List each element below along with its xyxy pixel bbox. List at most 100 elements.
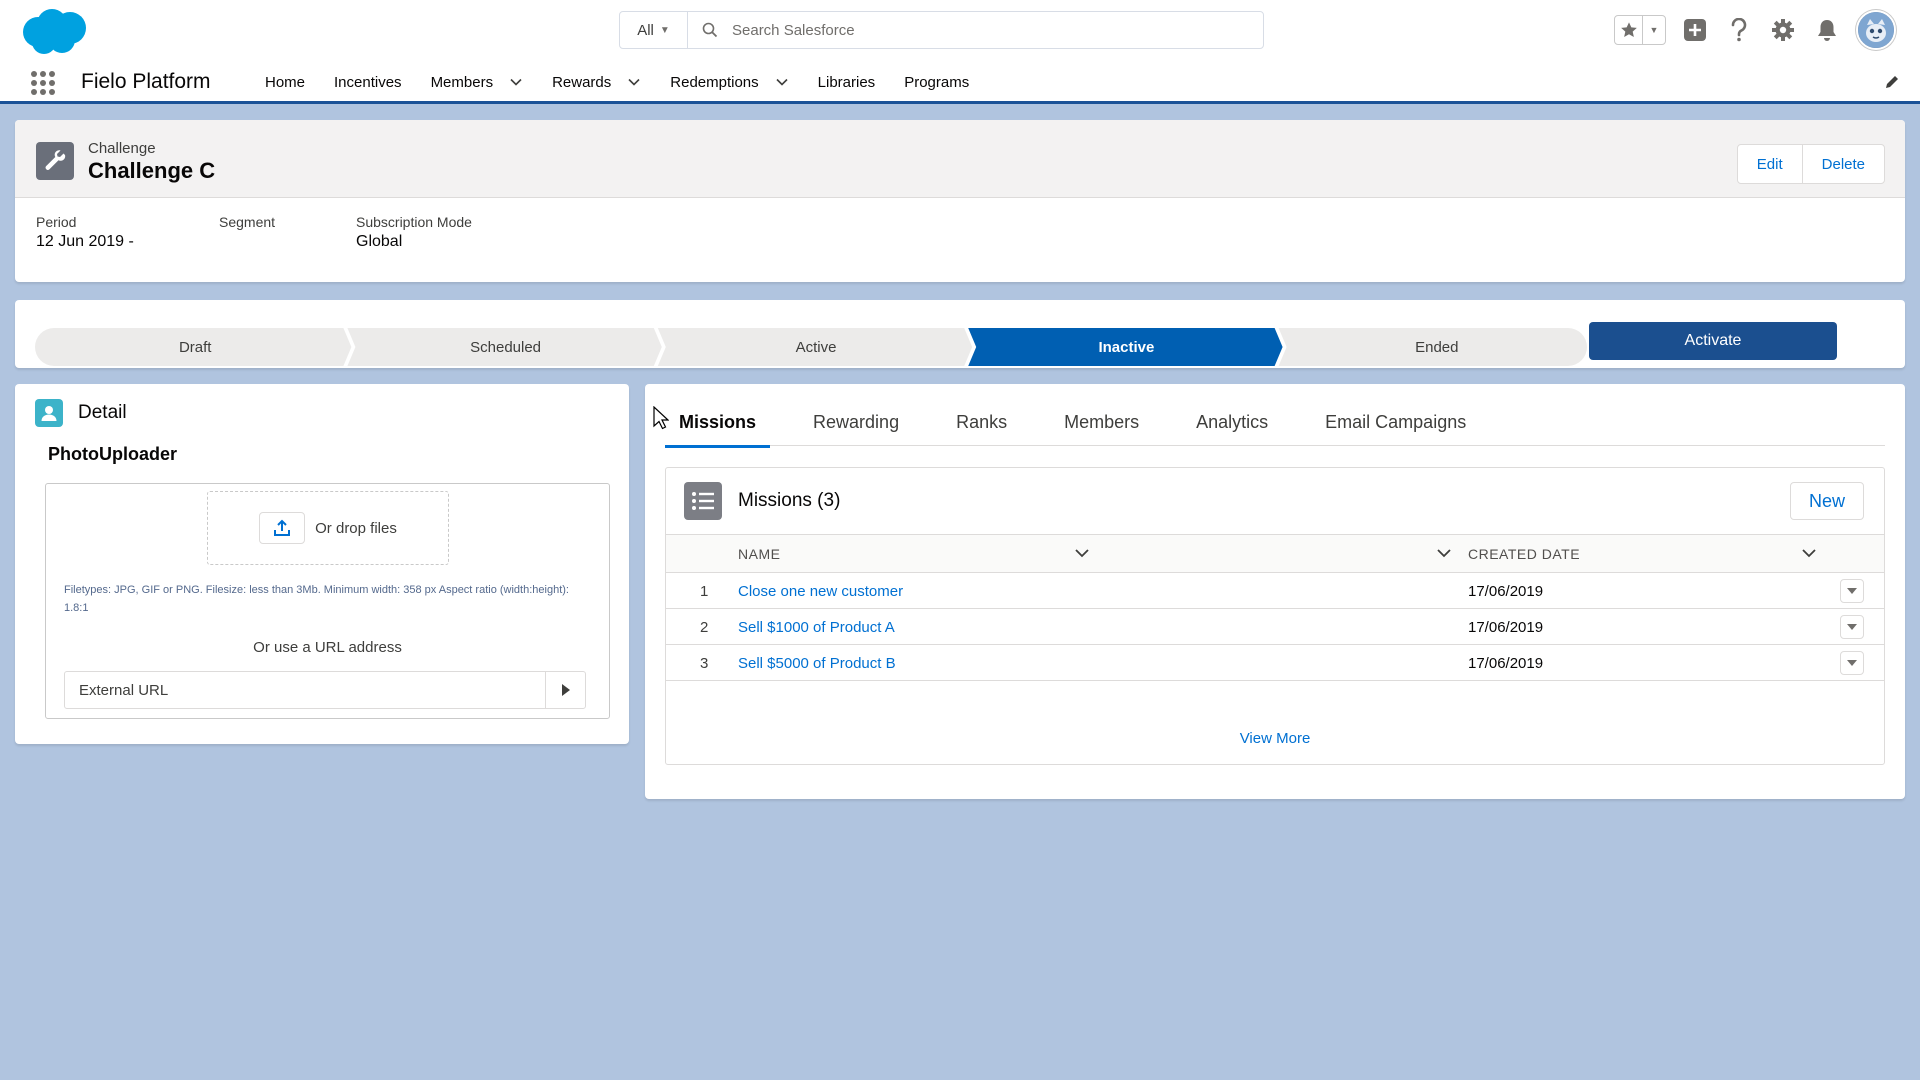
nav-item-programs[interactable]: Programs <box>904 74 969 91</box>
caret-down-icon: ▼ <box>659 24 670 36</box>
nav-item-libraries[interactable]: Libraries <box>818 74 876 91</box>
drop-files-label: Or drop files <box>315 519 397 537</box>
favorites-star-icon[interactable] <box>1615 16 1643 44</box>
edit-nav-pencil-icon[interactable] <box>1884 74 1900 95</box>
nav-items: Home Incentives Members Rewards Redemptions L… <box>265 62 998 102</box>
list-icon <box>684 482 722 520</box>
field-label: Segment <box>219 214 276 230</box>
nav-item-redemptions[interactable]: Redemptions <box>670 74 788 91</box>
app-name: Fielo Platform <box>81 70 211 93</box>
row-actions-icon[interactable] <box>1840 579 1864 603</box>
chevron-down-icon[interactable] <box>1801 545 1817 566</box>
delete-button[interactable]: Delete <box>1801 145 1884 183</box>
table-row: 3 Sell $5000 of Product B 17/06/2019 <box>666 645 1884 681</box>
path-stage-ended[interactable]: Ended <box>1283 328 1591 366</box>
salesforce-logo[interactable] <box>18 6 90 56</box>
row-actions-icon[interactable] <box>1840 615 1864 639</box>
path-stage-label: Active <box>795 338 837 356</box>
filetypes-note: Filetypes: JPG, GIF or PNG. Filesize: le… <box>64 584 569 614</box>
field-segment: Segment <box>219 214 275 233</box>
photo-uploader: Or drop files Filetypes: JPG, GIF or PNG… <box>45 483 610 719</box>
tab-rewarding[interactable]: Rewarding <box>799 412 913 446</box>
row-number: 2 <box>700 619 709 636</box>
tab-members[interactable]: Members <box>1050 412 1153 446</box>
app-navigation-bar: Fielo Platform Home Incentives Members Rewa… <box>0 62 1920 104</box>
missions-title: Missions (3) <box>738 490 841 511</box>
created-date: 17/06/2019 <box>1468 619 1544 636</box>
path-stage-label: Draft <box>178 338 212 356</box>
external-url-input[interactable] <box>65 672 545 708</box>
app-launcher-icon[interactable] <box>30 70 56 96</box>
record-title: Challenge C <box>88 158 216 183</box>
favorites-menu-icon[interactable]: ▼ <box>1643 16 1665 44</box>
header-utility-icons: ▼ <box>1614 10 1896 50</box>
tab-email-campaigns[interactable]: Email Campaigns <box>1311 412 1480 446</box>
record-object-label: Challenge <box>88 140 156 157</box>
file-dropzone[interactable]: Or drop files <box>207 491 449 565</box>
url-row <box>64 671 586 709</box>
upload-icon[interactable] <box>259 512 306 544</box>
global-search: All ▼ <box>619 11 1264 49</box>
notifications-bell-icon[interactable] <box>1812 15 1842 45</box>
row-number: 3 <box>700 655 709 672</box>
mission-name-link[interactable]: Sell $5000 of Product B <box>738 655 896 672</box>
global-header: All ▼ ▼ <box>0 0 1920 62</box>
field-label: Period <box>36 214 77 230</box>
nav-item-rewards[interactable]: Rewards <box>552 74 641 91</box>
column-header-created-date[interactable]: CREATED DATE <box>1468 546 1580 562</box>
or-url-label: Or use a URL address <box>253 639 402 656</box>
photo-uploader-title: PhotoUploader <box>48 444 177 464</box>
missions-related-list: Missions (3) New NAME CREATED DATE 1 Clos… <box>665 467 1885 765</box>
detail-title: Detail <box>78 402 127 423</box>
path-card: Draft Scheduled Active Inactive Ended Activa… <box>15 300 1905 368</box>
path-stage-active[interactable]: Active <box>662 328 970 366</box>
edit-button[interactable]: Edit <box>1738 145 1802 183</box>
nav-item-members[interactable]: Members <box>431 74 524 91</box>
nav-item-incentives[interactable]: Incentives <box>334 74 402 91</box>
nav-item-home[interactable]: Home <box>265 74 305 91</box>
user-avatar[interactable] <box>1856 10 1896 50</box>
path-stage-draft[interactable]: Draft <box>41 328 349 366</box>
view-more-link[interactable]: View More <box>666 730 1884 747</box>
tab-bar: Missions Rewarding Ranks Members Analytics Em… <box>665 412 1885 448</box>
column-header-name[interactable]: NAME <box>738 546 780 562</box>
mouse-cursor-icon <box>653 406 669 430</box>
path-stage-scheduled[interactable]: Scheduled <box>351 328 659 366</box>
tab-missions[interactable]: Missions <box>665 412 771 448</box>
chevron-down-icon[interactable] <box>627 75 641 89</box>
row-number: 1 <box>700 583 709 600</box>
path-track: Draft Scheduled Active Inactive Ended <box>35 328 1587 366</box>
chevron-down-icon[interactable] <box>1436 545 1452 566</box>
table-header: NAME CREATED DATE <box>666 534 1884 573</box>
field-period: Period 12 Jun 2019 - <box>36 214 134 251</box>
favorites-group: ▼ <box>1614 15 1666 45</box>
mission-name-link[interactable]: Close one new customer <box>738 583 903 600</box>
nav-item-label: Incentives <box>334 73 402 91</box>
field-label: Subscription Mode <box>356 214 472 230</box>
search-scope-select[interactable]: All ▼ <box>620 12 688 48</box>
new-mission-button[interactable]: New <box>1789 482 1864 520</box>
nav-item-label: Libraries <box>817 73 876 91</box>
path-stage-inactive[interactable]: Inactive <box>972 328 1280 366</box>
gear-icon[interactable] <box>1768 15 1798 45</box>
user-icon <box>35 399 63 427</box>
chevron-down-icon[interactable] <box>509 75 523 89</box>
tab-ranks[interactable]: Ranks <box>942 412 1021 446</box>
tab-analytics[interactable]: Analytics <box>1182 412 1282 446</box>
created-date: 17/06/2019 <box>1468 583 1544 600</box>
search-icon <box>688 22 732 38</box>
global-create-icon[interactable] <box>1680 15 1710 45</box>
record-actions: Edit Delete <box>1736 144 1885 184</box>
row-actions-icon[interactable] <box>1840 651 1864 675</box>
search-input[interactable] <box>732 21 1263 39</box>
play-arrow-icon[interactable] <box>545 672 585 708</box>
field-value: Global <box>356 233 403 250</box>
record-header: Challenge Challenge C Edit Delete Period… <box>15 120 1905 282</box>
help-icon[interactable] <box>1724 15 1754 45</box>
activate-button[interactable]: Activate <box>1589 322 1837 360</box>
chevron-down-icon[interactable] <box>1074 545 1090 566</box>
mission-name-link[interactable]: Sell $1000 of Product A <box>738 619 895 636</box>
table-body: 1 Close one new customer 17/06/2019 2 Sell $… <box>666 573 1884 681</box>
created-date: 17/06/2019 <box>1468 655 1544 672</box>
chevron-down-icon[interactable] <box>775 75 789 89</box>
